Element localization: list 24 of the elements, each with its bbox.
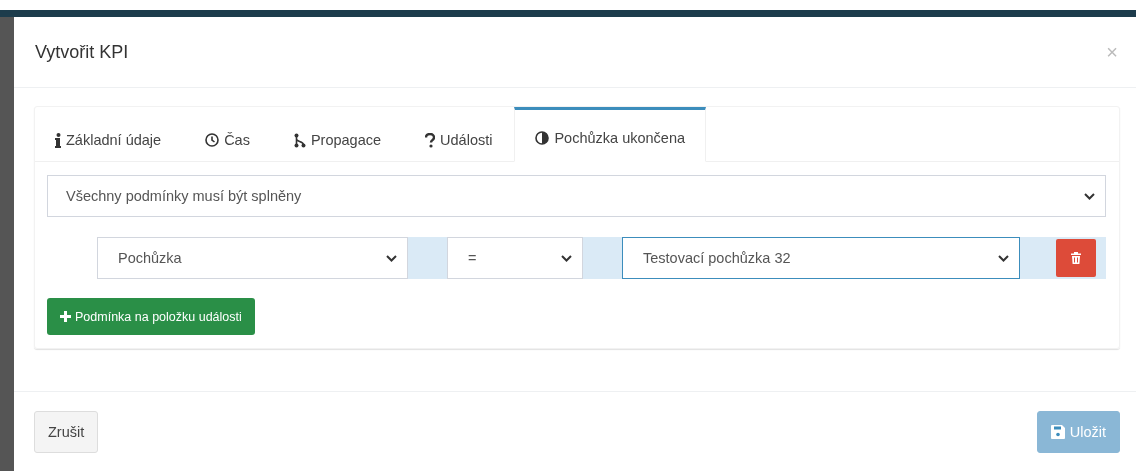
branch-icon [293, 132, 306, 148]
select-field[interactable]: = [447, 237, 583, 279]
tab[interactable]: Události [403, 107, 515, 162]
chevron-down-icon [561, 254, 572, 262]
chevron-down-icon [1084, 192, 1095, 200]
tab[interactable]: Pochůzka ukončena [514, 107, 707, 162]
add-condition-button[interactable]: Podmínka na položku události [47, 298, 255, 335]
tab[interactable]: Čas [183, 107, 272, 162]
plus-icon [60, 311, 71, 322]
select-field[interactable]: Pochůzka [97, 237, 408, 279]
info-icon [55, 132, 61, 148]
contrast-icon [535, 131, 550, 145]
cancel-button[interactable]: Zrušit [34, 411, 99, 453]
chevron-down-icon [386, 254, 397, 262]
question-icon [425, 132, 436, 148]
chevron-down-icon [998, 254, 1009, 262]
delete-button[interactable] [1056, 239, 1096, 277]
tab[interactable]: Základní údaje [35, 107, 184, 162]
select-field[interactable]: Všechny podmínky musí být splněny [47, 175, 1106, 217]
select-field[interactable]: Testovací pochůzka 32 [622, 237, 1020, 279]
tab[interactable]: Propagace [271, 107, 404, 162]
dialog-title: Vytvořit KPI [35, 41, 129, 63]
clock-icon [205, 133, 220, 147]
trash-icon [1071, 252, 1081, 264]
